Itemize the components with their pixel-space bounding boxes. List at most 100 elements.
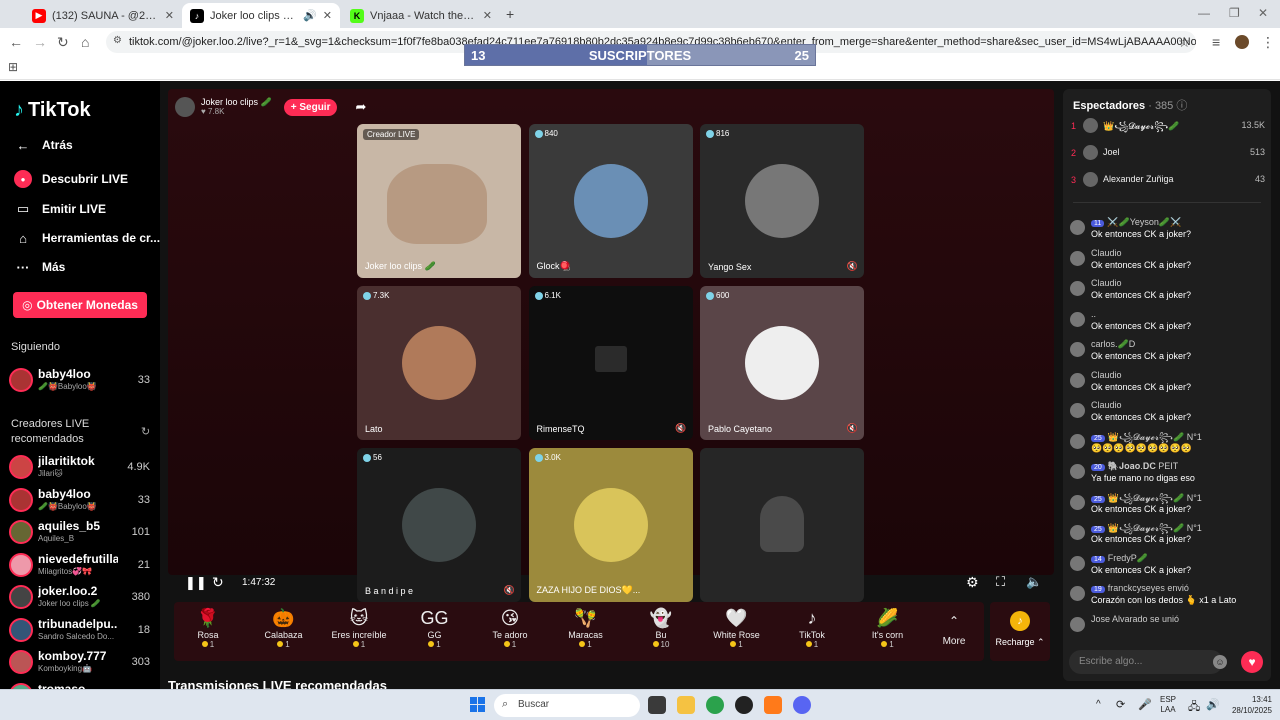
- guest-tile[interactable]: 600 Pablo Cayetano 🔇: [700, 286, 864, 440]
- top-viewer[interactable]: 2 Joel 513: [1071, 144, 1265, 164]
- pause-icon[interactable]: ❚❚: [185, 575, 207, 591]
- maximize-icon[interactable]: ❐: [1229, 6, 1240, 20]
- chat-message[interactable]: 25 👑꧁𝓓𝓪𝔂𝓮𝓻꧂🥒 N°1 Ok entonces CK a joker?: [1069, 491, 1267, 519]
- apps-grid-icon[interactable]: ⊞: [8, 60, 18, 74]
- recommended-account[interactable]: baby4loo 🥒👹Babyloo👹 33: [9, 487, 154, 513]
- info-icon[interactable]: ⓘ: [1176, 100, 1187, 112]
- recommended-account[interactable]: tromaso: [9, 682, 154, 689]
- nav-go-live[interactable]: ▭ Emitir LIVE: [14, 200, 106, 218]
- guest-tile[interactable]: 816 Yango Sex 🔇: [700, 124, 864, 278]
- chat-message[interactable]: 25 👑꧁𝓓𝓪𝔂𝓮𝓻꧂🥒 N°1 🥺🥺🥺🥺🥺🥺🥺🥺🥺: [1069, 430, 1267, 458]
- obs-icon[interactable]: [735, 696, 753, 714]
- chat-message[interactable]: 11 ⚔️🥒Yeyson🥒⚔️ Ok entonces CK a joker?: [1069, 216, 1267, 244]
- mic-icon[interactable]: 🎤: [1138, 698, 1152, 711]
- file-explorer-icon[interactable]: [677, 696, 695, 714]
- host-avatar[interactable]: [175, 97, 195, 117]
- gift-item[interactable]: 👻 Bu 10: [629, 602, 693, 661]
- get-coins-button[interactable]: ◎ Obtener Monedas: [13, 292, 147, 318]
- profile-avatar[interactable]: [1235, 35, 1249, 49]
- chat-message[interactable]: 25 👑꧁𝓓𝓪𝔂𝓮𝓻꧂🥒 N°1 Ok entonces CK a joker?: [1069, 521, 1267, 549]
- language-indicator[interactable]: ESP LAA: [1160, 695, 1176, 715]
- guest-tile[interactable]: 6.1K RimenseTQ 🔇: [528, 286, 693, 440]
- close-tab-icon[interactable]: ✕: [323, 9, 332, 22]
- recommended-account[interactable]: tribunadelpu... Sandro Salcedo Do... 18: [9, 617, 154, 643]
- nav-creator-tools[interactable]: ⌂ Herramientas de cr...: [14, 229, 160, 247]
- chat-message[interactable]: Claudio Ok entonces CK a joker?: [1069, 369, 1267, 397]
- site-info-icon[interactable]: ⚙: [113, 35, 122, 46]
- speaker-icon[interactable]: 🔊: [1206, 698, 1220, 711]
- guest-tile[interactable]: 840 Glock🪀: [528, 124, 693, 278]
- forward-icon[interactable]: →: [33, 34, 47, 50]
- gift-item[interactable]: 🎃 Calabaza 1: [252, 602, 316, 661]
- like-heart-icon[interactable]: ♥: [1241, 651, 1263, 673]
- gift-item[interactable]: GG GG 1: [403, 602, 467, 661]
- following-account[interactable]: baby4loo 🥒👹Babyloo👹 33: [9, 367, 154, 393]
- close-tab-icon[interactable]: ✕: [483, 9, 492, 22]
- browser-tab-tiktok[interactable]: ♪ Joker loo clips 🥒 (@joker.l 🔊 ✕: [182, 3, 340, 28]
- recharge-button[interactable]: ♪ Recharge ⌃: [990, 602, 1050, 661]
- chat-message[interactable]: carlos.🥒D Ok entonces CK a joker?: [1069, 338, 1267, 366]
- network-icon[interactable]: 🖧: [1188, 698, 1200, 717]
- minimize-icon[interactable]: —: [1198, 6, 1210, 20]
- back-icon[interactable]: ←: [9, 34, 23, 50]
- chat-message[interactable]: Claudio Ok entonces CK a joker?: [1069, 277, 1267, 305]
- tiktok-logo[interactable]: ♪ TikTok: [14, 99, 91, 122]
- browser-tab-youtube[interactable]: ▶ (132) SAUNA - @26is - YouTube ✕: [24, 3, 182, 28]
- chat-message[interactable]: Claudio Ok entonces CK a joker?: [1069, 247, 1267, 275]
- gift-item[interactable]: 🌽 It's corn 1: [856, 602, 920, 661]
- volume-icon[interactable]: 🔈: [1026, 574, 1042, 590]
- chat-message[interactable]: .. Ok entonces CK a joker?: [1069, 308, 1267, 336]
- chat-message[interactable]: Claudio Ok entonces CK a joker?: [1069, 399, 1267, 427]
- share-icon[interactable]: ➦: [355, 99, 366, 115]
- close-window-icon[interactable]: ✕: [1258, 6, 1268, 20]
- gift-item[interactable]: 🌹 Rosa 1: [176, 602, 240, 661]
- recommended-account[interactable]: komboy.777 Komboyking🤖 303: [9, 649, 154, 675]
- nav-discover-live[interactable]: ● Descubrir LIVE: [14, 170, 128, 188]
- clock[interactable]: 13:41 28/10/2025: [1226, 694, 1272, 716]
- fullscreen-icon[interactable]: ⛶: [996, 574, 1005, 590]
- menu-icon[interactable]: ⋮: [1261, 34, 1275, 51]
- tray-sync-icon[interactable]: ⟳: [1116, 698, 1125, 711]
- browser-tab-kick[interactable]: K Vnjaaa - Watch the VOD on Kick ✕: [342, 3, 500, 28]
- gift-item[interactable]: ♪ TikTok 1: [780, 602, 844, 661]
- gift-item[interactable]: 😘 Te adoro 1: [478, 602, 542, 661]
- guest-tile[interactable]: 7.3K Lato: [357, 286, 521, 440]
- bookmark-star-icon[interactable]: ☆: [1178, 34, 1191, 51]
- chrome-icon[interactable]: [706, 696, 724, 714]
- gift-item[interactable]: 🤍 White Rose 1: [705, 602, 769, 661]
- settings-icon[interactable]: ⚙: [966, 574, 979, 591]
- chat-message[interactable]: 14 FredyP🥒 Ok entonces CK a joker?: [1069, 552, 1267, 580]
- nav-more[interactable]: ··· Más: [14, 258, 66, 276]
- replay-icon[interactable]: ↻: [212, 574, 224, 591]
- chat-message[interactable]: Jose Alvarado se unió: [1069, 613, 1267, 641]
- recommended-account[interactable]: nievedefrutilla Milagritos💞🎀 21: [9, 552, 154, 578]
- chat-message[interactable]: 20 🐘𝐉𝐨𝐚𝐨.𝐃𝐂 PEIT Ya fue mano no digas eso: [1069, 460, 1267, 488]
- top-viewer[interactable]: 1 👑꧁𝓓𝓪𝔂𝓮𝓻꧂🥒 13.5K: [1071, 117, 1265, 137]
- discord-icon[interactable]: [793, 696, 811, 714]
- guest-tile[interactable]: Creador LIVE Joker loo clips 🥒: [357, 124, 521, 278]
- follow-button[interactable]: + Seguir: [283, 98, 338, 116]
- reload-icon[interactable]: ↻: [57, 34, 69, 51]
- app-icon[interactable]: [764, 696, 782, 714]
- gift-item[interactable]: 🪇 Maracas 1: [554, 602, 618, 661]
- nav-back[interactable]: ← Atrás: [14, 136, 73, 154]
- recommended-account[interactable]: joker.loo.2 Joker loo clips 🥒 380: [9, 584, 154, 610]
- task-view-icon[interactable]: [648, 696, 666, 714]
- reading-list-icon[interactable]: ≡: [1212, 34, 1220, 50]
- home-icon[interactable]: ⌂: [81, 34, 89, 50]
- taskbar-search[interactable]: ⌕ Buscar: [494, 694, 640, 717]
- new-tab-icon[interactable]: +: [506, 6, 514, 22]
- host-name[interactable]: Joker loo clips 🥒: [201, 97, 272, 107]
- speaker-icon[interactable]: 🔊: [303, 9, 317, 22]
- recommended-account[interactable]: jilaritiktok Jilari🐱 4.9K: [9, 454, 154, 480]
- gift-more-button[interactable]: ⌃ More: [924, 602, 984, 661]
- refresh-icon[interactable]: ↻: [141, 425, 150, 438]
- chat-message[interactable]: 19 franckcyseyes envió Corazón con los ded…: [1069, 582, 1267, 610]
- chat-input[interactable]: Escribe algo...: [1069, 650, 1223, 674]
- recommended-account[interactable]: aquiles_b5 Aquiles_B 101: [9, 519, 154, 545]
- emoji-icon[interactable]: ☺: [1213, 655, 1227, 669]
- top-viewer[interactable]: 3 Alexander Zuñiga 43: [1071, 171, 1265, 191]
- windows-start-icon[interactable]: [470, 697, 485, 712]
- gift-item[interactable]: 🐱 Eres increíble 1: [327, 602, 391, 661]
- close-tab-icon[interactable]: ✕: [165, 9, 174, 22]
